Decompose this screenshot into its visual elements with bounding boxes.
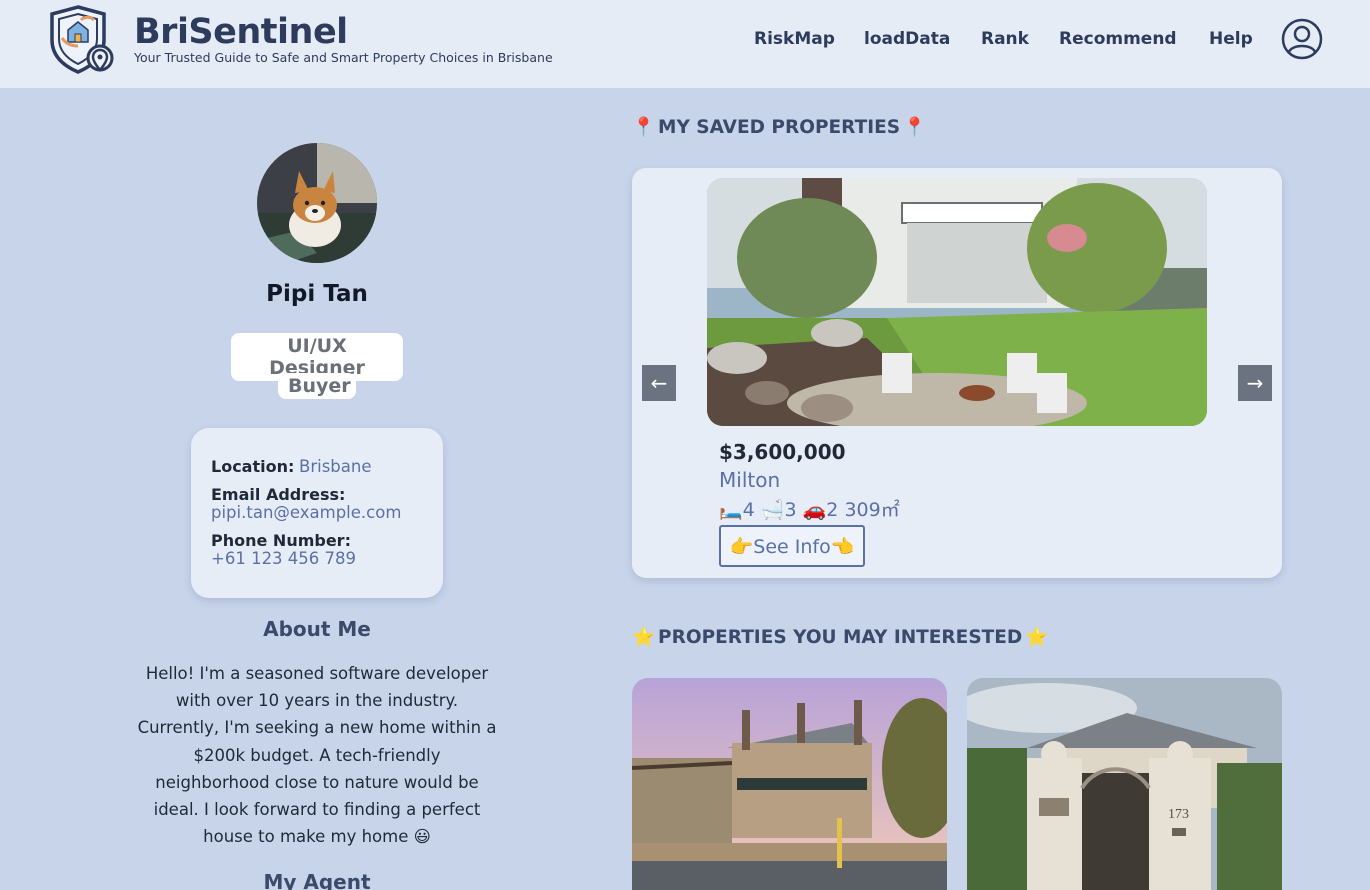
role-badge: Buyer [278,373,356,399]
bath-count: 3 [784,499,797,521]
nav-loaddata[interactable]: loadData [864,29,950,49]
about-line: house to make my home 😃 [203,827,431,847]
interested-heading-text: PROPERTIES YOU MAY INTERESTED [658,626,1023,648]
contact-info-card: Location: Brisbane Email Address: pipi.t… [191,428,443,598]
saved-heading-text: MY SAVED PROPERTIES [658,116,901,138]
property-photo[interactable] [707,178,1207,426]
saved-properties-carousel: ← → $3,600,000 Milton 🛏️4 🛁3 🚗2 309㎡ 👉Se… [632,168,1282,578]
saved-properties-heading: 📍 MY SAVED PROPERTIES 📍 [632,116,927,139]
brand-subtitle: Your Trusted Guide to Safe and Smart Pro… [134,50,553,65]
interested-property-photo[interactable] [632,678,947,890]
property-suburb: Milton [719,468,781,492]
about-text: Hello! I'm a seasoned software developer… [128,660,506,850]
about-heading: About Me [263,617,371,641]
pin-icon: 📍 [632,117,656,138]
agent-heading: My Agent [263,870,371,890]
profile-avatar [257,143,377,263]
pin-icon: 📍 [903,117,927,138]
house-number: 173 [1168,807,1189,822]
location-label: Location: [211,457,295,476]
about-line: $200k budget. A tech-friendly [193,745,441,765]
interested-property-photo[interactable]: 173 [967,678,1282,890]
nav-riskmap[interactable]: RiskMap [754,29,835,49]
see-info-button[interactable]: 👉See Info👈 [719,525,865,567]
about-line: ideal. I look forward to finding a perfe… [153,800,481,820]
location-value: Brisbane [299,457,372,476]
land-area: 309㎡ [844,499,900,521]
phone-value[interactable]: +61 123 456 789 [211,549,356,568]
carousel-next-button[interactable]: → [1238,365,1272,401]
about-line: neighborhood close to nature would be [155,772,479,792]
top-header: BriSentinel Your Trusted Guide to Safe a… [0,0,1370,88]
nav-help[interactable]: Help [1209,29,1253,49]
star-icon: ⭐ [1025,627,1049,648]
property-price: $3,600,000 [719,440,846,464]
bed-icon: 🛏️ [719,499,743,521]
about-line: Hello! I'm a seasoned software developer [145,664,489,683]
interested-properties-heading: ⭐ PROPERTIES YOU MAY INTERESTED ⭐ [632,626,1049,649]
email-label: Email Address: [211,485,346,504]
about-line: with over 10 years in the industry. [175,691,459,711]
car-count: 2 [826,499,839,521]
bed-count: 4 [742,499,755,521]
user-account-icon[interactable] [1281,18,1323,60]
carousel-prev-button[interactable]: ← [642,365,676,401]
email-value[interactable]: pipi.tan@example.com [211,503,401,522]
brand-title[interactable]: BriSentinel [134,12,348,52]
shield-home-logo-icon[interactable] [48,4,116,76]
about-line: Currently, I'm seeking a new home within… [137,718,497,738]
nav-recommend[interactable]: Recommend [1059,29,1177,49]
profile-name: Pipi Tan [266,281,368,307]
star-icon: ⭐ [632,627,656,648]
car-icon: 🚗 [802,499,827,521]
property-features: 🛏️4 🛁3 🚗2 309㎡ [719,495,900,522]
bath-icon: 🛁 [760,499,785,521]
phone-label: Phone Number: [211,531,351,550]
nav-rank[interactable]: Rank [981,29,1029,49]
